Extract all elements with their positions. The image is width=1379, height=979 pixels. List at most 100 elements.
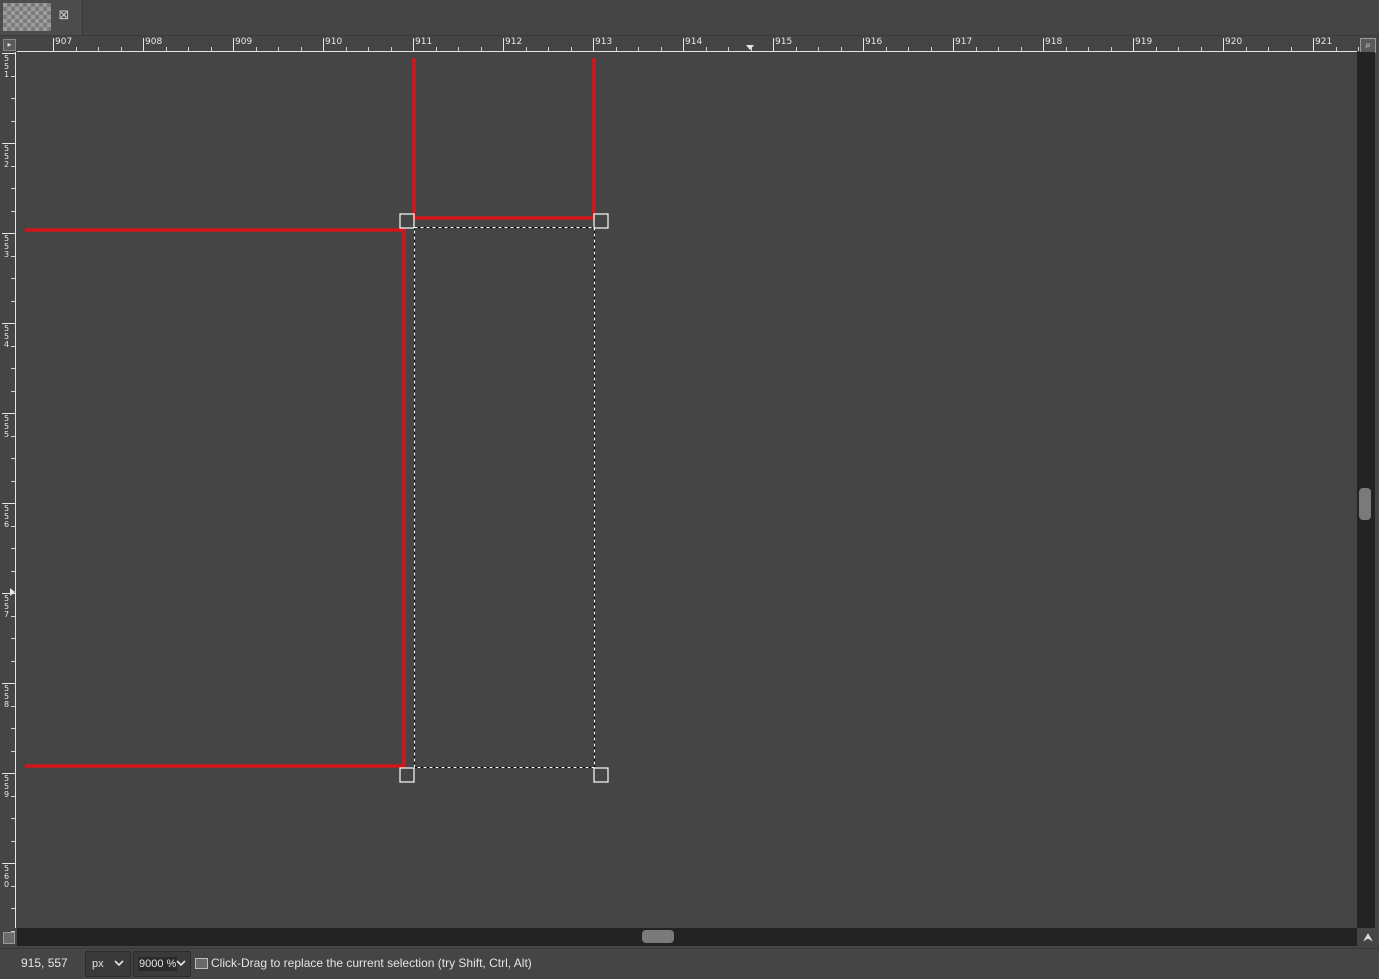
handle-bottom-left[interactable] bbox=[399, 767, 415, 783]
ruler-minor-tick bbox=[345, 47, 347, 51]
ruler-major-tick bbox=[53, 38, 54, 52]
ruler-major-tick bbox=[323, 38, 324, 52]
ruler-minor-tick bbox=[458, 47, 459, 51]
ruler-minor-tick bbox=[1245, 47, 1247, 51]
ruler-minor-tick bbox=[300, 47, 302, 51]
horizontal-scrollbar[interactable] bbox=[17, 928, 1357, 946]
handle-top-right[interactable] bbox=[593, 213, 609, 229]
ruler-minor-tick bbox=[11, 570, 15, 572]
ruler-major-tick bbox=[1313, 38, 1314, 52]
selection-marquee-ants bbox=[414, 227, 595, 768]
ruler-minor-tick bbox=[11, 705, 15, 707]
ruler-minor-tick bbox=[11, 818, 15, 819]
ruler-minor-tick bbox=[11, 165, 15, 167]
pointer-position-marker bbox=[746, 45, 754, 50]
toggle-padding-icon[interactable] bbox=[3, 932, 15, 944]
close-tab-icon[interactable]: ⊠ bbox=[57, 9, 71, 23]
ruler-minor-tick bbox=[1358, 47, 1359, 51]
ruler-minor-tick bbox=[390, 47, 392, 51]
ruler-minor-tick bbox=[98, 47, 99, 51]
ruler-minor-tick bbox=[11, 278, 15, 279]
ruler-minor-tick bbox=[11, 750, 15, 752]
ruler-label: 910 bbox=[325, 37, 343, 47]
ruler-label: 915 bbox=[775, 37, 793, 47]
cancel-operation-icon[interactable] bbox=[195, 958, 208, 969]
handle-bottom-right[interactable] bbox=[593, 767, 609, 783]
ruler-minor-tick bbox=[11, 98, 15, 99]
zoom-select[interactable]: 9000 % bbox=[133, 951, 191, 977]
ruler-label: 921 bbox=[1315, 37, 1333, 47]
ruler-label: 907 bbox=[55, 37, 73, 47]
ruler-minor-tick bbox=[840, 47, 842, 51]
ruler-minor-tick bbox=[480, 47, 482, 51]
ruler-label: 917 bbox=[955, 37, 973, 47]
ruler-minor-tick bbox=[210, 47, 212, 51]
ruler-minor-tick bbox=[11, 345, 15, 347]
ruler-label: 912 bbox=[505, 37, 523, 47]
ruler-minor-tick bbox=[11, 458, 15, 459]
image-tab-bar: ⊠ bbox=[0, 0, 1379, 36]
ruler-minor-tick bbox=[1268, 47, 1269, 51]
ruler-minor-tick bbox=[11, 795, 15, 797]
ruler-minor-tick bbox=[165, 47, 167, 51]
ruler-minor-tick bbox=[1335, 47, 1337, 51]
chevron-down-icon bbox=[176, 960, 186, 967]
ruler-minor-tick bbox=[1020, 47, 1022, 51]
ruler-minor-tick bbox=[368, 47, 369, 51]
ruler-minor-tick bbox=[120, 47, 122, 51]
unit-select[interactable]: px bbox=[85, 951, 131, 977]
ruler-minor-tick bbox=[1200, 47, 1202, 51]
navigate-magnifier-icon[interactable]: ⌕ bbox=[1360, 38, 1376, 53]
ruler-major-tick bbox=[1223, 38, 1224, 52]
ruler-label: 556 bbox=[3, 504, 10, 529]
ruler-label: 554 bbox=[3, 324, 10, 349]
ruler-minor-tick bbox=[548, 47, 549, 51]
horizontal-scrollbar-thumb[interactable] bbox=[642, 930, 674, 943]
selection-marquee[interactable] bbox=[414, 227, 595, 768]
path-upper[interactable] bbox=[412, 58, 596, 220]
ruler-minor-tick bbox=[11, 660, 15, 662]
ruler-label: 552 bbox=[3, 144, 10, 169]
ruler-label: 914 bbox=[685, 37, 703, 47]
ruler-minor-tick bbox=[11, 390, 15, 392]
pointer-coordinates: 915, 557 bbox=[21, 956, 68, 970]
ruler-label: 909 bbox=[235, 37, 253, 47]
image-canvas[interactable] bbox=[17, 52, 1357, 928]
pointer-position-marker bbox=[10, 588, 15, 596]
image-tab[interactable]: ⊠ bbox=[0, 0, 83, 35]
ruler-minor-tick bbox=[188, 47, 189, 51]
handle-top-left[interactable] bbox=[399, 213, 415, 229]
ruler-minor-tick bbox=[75, 47, 77, 51]
ruler-minor-tick bbox=[11, 908, 15, 909]
ruler-label: 916 bbox=[865, 37, 883, 47]
ruler-minor-tick bbox=[255, 47, 257, 51]
ruler-minor-tick bbox=[1178, 47, 1179, 51]
ruler-minor-tick bbox=[11, 255, 15, 257]
ruler-minor-tick bbox=[278, 47, 279, 51]
ruler-label: 551 bbox=[3, 54, 10, 79]
ruler-minor-tick bbox=[11, 480, 15, 482]
ruler-major-tick bbox=[593, 38, 594, 52]
checkerboard-thumbnail-icon[interactable] bbox=[3, 3, 51, 31]
ruler-minor-tick bbox=[11, 210, 15, 212]
ruler-minor-tick bbox=[570, 47, 572, 51]
ruler-major-tick bbox=[683, 38, 684, 52]
vertical-scrollbar-thumb[interactable] bbox=[1359, 488, 1371, 520]
ruler-label: 920 bbox=[1225, 37, 1243, 47]
vertical-ruler: 551 552 553 554 555 556 557 558 559 560 bbox=[0, 52, 17, 932]
ruler-minor-tick bbox=[660, 47, 662, 51]
ruler-minor-tick bbox=[11, 300, 15, 302]
quick-mask-toggle-icon[interactable]: ▸ bbox=[3, 39, 16, 51]
unit-select-value: px bbox=[92, 958, 104, 970]
ruler-minor-tick bbox=[525, 47, 527, 51]
zoom-select-value[interactable]: 9000 % bbox=[138, 957, 178, 971]
status-message: Click-Drag to replace the current select… bbox=[211, 956, 532, 970]
ruler-minor-tick bbox=[11, 885, 15, 887]
zoom-follow-arrow-icon[interactable]: ⮝ bbox=[1361, 930, 1375, 944]
ruler-minor-tick bbox=[11, 75, 15, 77]
vertical-scrollbar[interactable] bbox=[1357, 52, 1375, 928]
ruler-minor-tick bbox=[728, 47, 729, 51]
ruler-minor-tick bbox=[795, 47, 797, 51]
ruler-minor-tick bbox=[1110, 47, 1112, 51]
path-left[interactable] bbox=[25, 228, 406, 768]
